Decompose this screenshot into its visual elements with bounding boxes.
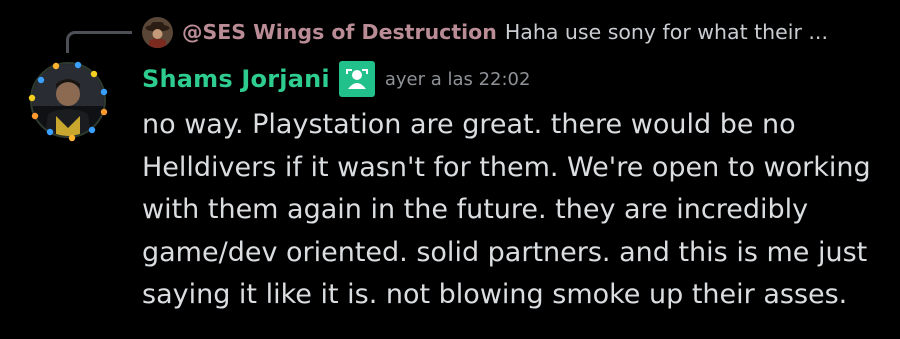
username[interactable]: Shams Jorjani: [142, 65, 330, 93]
reply-author[interactable]: @SES Wings of Destruction: [182, 20, 497, 44]
message-line: game/dev oriented. solid partners. and t…: [142, 236, 868, 268]
message-line: saying it like it is. not blowing smoke …: [142, 279, 848, 310]
reply-reference[interactable]: @SES Wings of Destruction Haha use sony …: [142, 14, 828, 50]
message-line: Helldivers if it wasn't for them. We're …: [142, 151, 871, 183]
user-avatar[interactable]: [26, 58, 110, 142]
message-timestamp[interactable]: ayer a las 22:02: [385, 69, 531, 90]
reply-avatar-icon[interactable]: [142, 16, 173, 48]
message-line: with them again in the future. they are …: [142, 194, 809, 225]
message-header: Shams Jorjani ayer a las 22:02: [142, 60, 530, 98]
message-content: no way. Playstation are great. there wou…: [142, 104, 882, 317]
message-line: no way. Playstation are great. there wou…: [142, 109, 796, 140]
user-role-icon[interactable]: [338, 61, 375, 97]
chat-message: @SES Wings of Destruction Haha use sony …: [0, 0, 900, 339]
reply-connector-line: [66, 31, 132, 53]
reply-preview-text[interactable]: Haha use sony for what their ...: [505, 20, 828, 44]
